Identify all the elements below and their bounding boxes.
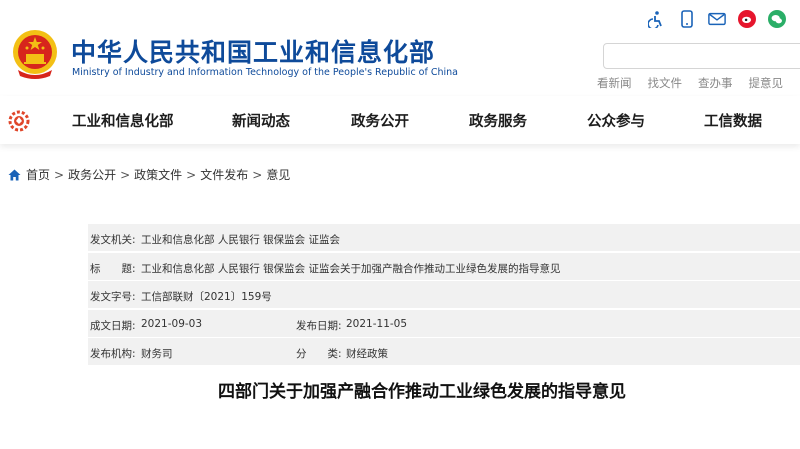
docno-value: 工信部联财〔2021〕159号 [141,291,272,303]
site-title[interactable]: 中华人民共和国工业和信息化部 [71,33,435,69]
breadcrumb-policy-docs[interactable]: 政策文件 [134,166,182,183]
breadcrumb-gov-affairs[interactable]: 政务公开 [68,166,116,183]
document-metadata: 发文机关: 工业和信息化部 人民银行 银保监会 证监会 标 题: 工业和信息化部… [88,224,800,367]
meta-row-dates: 成文日期: 2021-09-03 发布日期: 2021-11-05 [88,309,800,337]
search-input[interactable] [604,44,800,70]
issuer-value: 工业和信息化部 人民银行 银保监会 证监会 [141,234,341,246]
site-title-english: Ministry of Industry and Information Tec… [72,67,458,78]
quick-link-feedback[interactable]: 提意见 [749,75,784,91]
gear-logo-icon[interactable] [8,110,30,132]
breadcrumb-separator: > [252,167,263,182]
title-value: 工业和信息化部 人民银行 银保监会 证监会关于加强产融合作推动工业绿色发展的指导… [141,262,561,275]
meta-row-title: 标 题: 工业和信息化部 人民银行 银保监会 证监会关于加强产融合作推动工业绿色… [88,252,800,280]
title-label: 标 题: [90,262,136,275]
accessibility-icon[interactable] [648,10,666,28]
document-title: 四部门关于加强产融合作推动工业绿色发展的指导意见 [218,382,626,402]
nav-item-ministry[interactable]: 工业和信息化部 [72,110,174,131]
meta-row-org: 发布机构: 财务司 分 类: 财经政策 [88,338,800,365]
main-nav: 工业和信息化部 新闻动态 政务公开 政务服务 公众参与 工信数据 [0,96,800,144]
quick-link-services[interactable]: 查办事 [698,75,733,91]
docno-label: 发文字号: [90,291,136,303]
mobile-icon[interactable] [678,10,696,28]
breadcrumb-separator: > [54,167,65,182]
search-field[interactable] [603,43,800,70]
nav-item-gov-affairs[interactable]: 政务公开 [351,110,409,131]
quick-link-documents[interactable]: 找文件 [648,75,683,91]
published-date-value: 2021-11-05 [346,317,408,330]
quick-link-news[interactable]: 看新闻 [597,75,632,91]
nav-item-public-participation[interactable]: 公众参与 [587,110,645,131]
breadcrumb-separator: > [120,167,131,182]
org-value: 财务司 [141,348,173,360]
created-date-label: 成文日期: [90,319,136,332]
nav-item-data[interactable]: 工信数据 [704,110,762,131]
meta-row-issuer: 发文机关: 工业和信息化部 人民银行 银保监会 证监会 [88,224,800,251]
published-date-label: 发布日期: [296,319,342,332]
category-label: 分 类: [296,348,342,360]
breadcrumb: 首页 > 政务公开 > 政策文件 > 文件发布 > 意见 [8,166,290,183]
org-label: 发布机构: [90,348,136,360]
nav-item-news[interactable]: 新闻动态 [232,110,290,131]
weibo-icon[interactable] [738,10,756,28]
breadcrumb-opinions[interactable]: 意见 [266,166,290,183]
breadcrumb-home[interactable]: 首页 [26,166,50,183]
wechat-icon[interactable] [768,10,786,28]
issuer-label: 发文机关: [90,234,136,246]
meta-row-docno: 发文字号: 工信部联财〔2021〕159号 [88,281,800,308]
nav-item-gov-services[interactable]: 政务服务 [469,110,527,131]
created-date-value: 2021-09-03 [141,317,203,330]
home-icon[interactable] [8,169,21,181]
national-emblem-logo [10,28,60,80]
category-value: 财经政策 [346,348,388,360]
mail-icon[interactable] [708,10,726,28]
breadcrumb-separator: > [186,167,197,182]
breadcrumb-doc-release[interactable]: 文件发布 [200,166,248,183]
